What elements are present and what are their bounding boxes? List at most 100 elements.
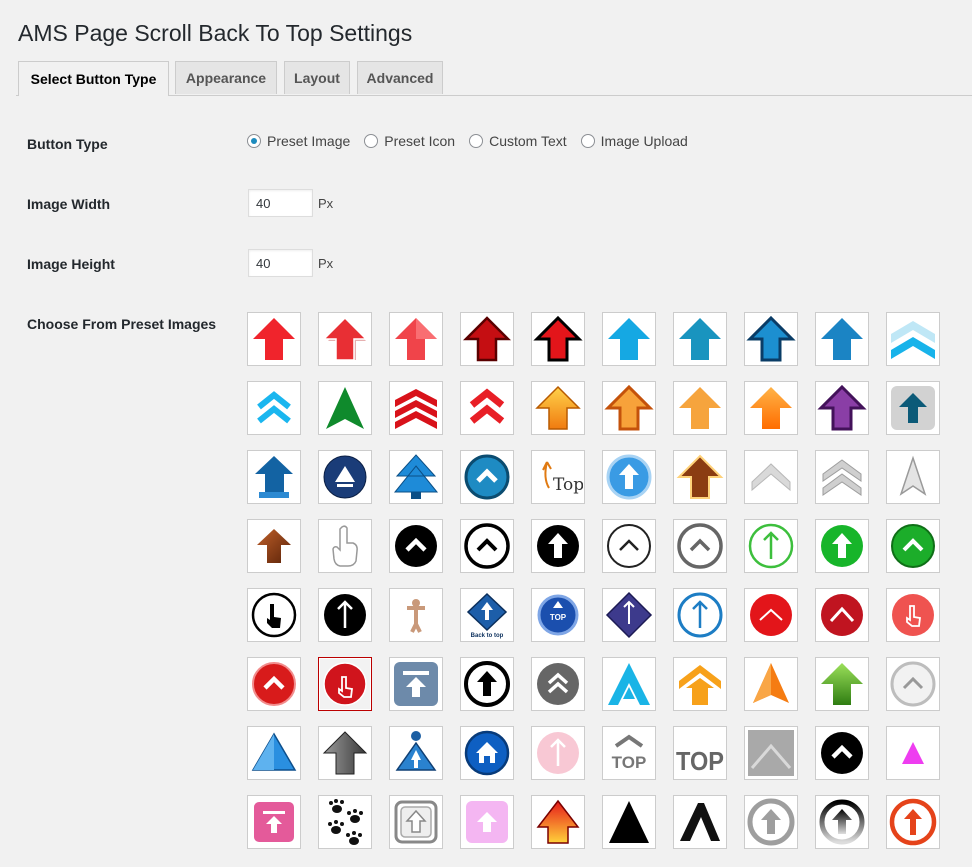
preset-image-option[interactable]: [602, 657, 656, 711]
preset-image-option[interactable]: [673, 381, 727, 435]
preset-image-option[interactable]: [673, 450, 727, 504]
preset-image-option[interactable]: [602, 381, 656, 435]
preset-image-option[interactable]: [886, 657, 940, 711]
radio-preset-icon-control[interactable]: [364, 134, 379, 148]
preset-image-option[interactable]: [886, 381, 940, 435]
preset-image-option[interactable]: [886, 450, 940, 504]
radio-image-upload-control[interactable]: [580, 134, 595, 148]
preset-image-option[interactable]: [602, 588, 656, 642]
preset-image-option[interactable]: [460, 519, 514, 573]
preset-image-option[interactable]: [744, 795, 798, 849]
preset-image-option[interactable]: [673, 795, 727, 849]
radio-preset-icon[interactable]: Preset Icon: [364, 133, 455, 149]
preset-image-option[interactable]: [389, 588, 443, 642]
preset-image-option[interactable]: [815, 450, 869, 504]
radio-custom-text[interactable]: Custom Text: [469, 133, 567, 149]
preset-image-option[interactable]: [389, 381, 443, 435]
blue-circle-chevron-icon: [464, 454, 510, 500]
radio-custom-text-control[interactable]: [469, 134, 484, 148]
preset-image-option[interactable]: [460, 657, 514, 711]
preset-image-option[interactable]: [531, 795, 585, 849]
preset-image-option[interactable]: [389, 519, 443, 573]
preset-image-option[interactable]: [815, 657, 869, 711]
tab-appearance[interactable]: Appearance: [175, 61, 277, 94]
preset-image-option[interactable]: [602, 795, 656, 849]
preset-image-option[interactable]: TOP: [531, 588, 585, 642]
green-circle-chevron-icon: [891, 524, 935, 568]
tab-layout[interactable]: Layout: [284, 61, 350, 94]
preset-image-option[interactable]: [744, 588, 798, 642]
preset-image-option[interactable]: [318, 519, 372, 573]
preset-image-option[interactable]: [886, 588, 940, 642]
preset-image-option[interactable]: [673, 657, 727, 711]
preset-image-option[interactable]: [389, 726, 443, 780]
silver-circle-chevron-icon: [890, 661, 936, 707]
preset-image-option[interactable]: [389, 657, 443, 711]
preset-image-option[interactable]: [318, 450, 372, 504]
preset-image-option[interactable]: [247, 519, 301, 573]
radio-preset-image-control[interactable]: [247, 134, 261, 148]
preset-image-option[interactable]: [744, 657, 798, 711]
preset-image-option[interactable]: [886, 312, 940, 366]
preset-image-option[interactable]: [389, 312, 443, 366]
preset-image-option[interactable]: [815, 726, 869, 780]
tab-advanced[interactable]: Advanced: [357, 61, 443, 94]
preset-image-option[interactable]: [460, 726, 514, 780]
preset-image-option[interactable]: [673, 588, 727, 642]
preset-image-option[interactable]: [318, 795, 372, 849]
preset-image-option[interactable]: [602, 312, 656, 366]
preset-image-option[interactable]: [815, 519, 869, 573]
preset-image-option[interactable]: [673, 519, 727, 573]
preset-image-option[interactable]: [318, 588, 372, 642]
preset-image-option[interactable]: [886, 795, 940, 849]
preset-image-option[interactable]: [247, 450, 301, 504]
preset-image-option[interactable]: Top: [531, 450, 585, 504]
preset-image-option[interactable]: [815, 795, 869, 849]
preset-image-option[interactable]: [531, 519, 585, 573]
preset-image-option[interactable]: [744, 726, 798, 780]
preset-image-option[interactable]: [318, 312, 372, 366]
preset-image-option[interactable]: [744, 450, 798, 504]
preset-image-option[interactable]: [744, 519, 798, 573]
preset-image-option[interactable]: [247, 312, 301, 366]
wood-arrow-icon: [257, 529, 291, 563]
preset-image-option[interactable]: [815, 312, 869, 366]
preset-image-option[interactable]: [318, 657, 372, 711]
pink-square-arrow-icon: [466, 801, 508, 843]
preset-image-option[interactable]: [531, 657, 585, 711]
preset-image-option[interactable]: [673, 312, 727, 366]
preset-image-option[interactable]: [460, 312, 514, 366]
preset-image-option[interactable]: [744, 381, 798, 435]
preset-image-option[interactable]: [460, 450, 514, 504]
radio-preset-image[interactable]: Preset Image: [247, 133, 350, 149]
preset-image-option[interactable]: [815, 588, 869, 642]
preset-image-option[interactable]: Back to top: [460, 588, 514, 642]
preset-image-option[interactable]: [602, 450, 656, 504]
preset-image-option[interactable]: [318, 726, 372, 780]
preset-image-option[interactable]: [389, 795, 443, 849]
preset-image-option[interactable]: [318, 381, 372, 435]
preset-image-option[interactable]: [531, 726, 585, 780]
preset-image-option[interactable]: [460, 381, 514, 435]
preset-image-option[interactable]: [247, 795, 301, 849]
preset-image-option[interactable]: [389, 450, 443, 504]
image-width-input[interactable]: [248, 189, 313, 217]
preset-image-option[interactable]: [531, 381, 585, 435]
preset-image-option[interactable]: [247, 381, 301, 435]
preset-image-option[interactable]: [744, 312, 798, 366]
black-circle-thin-arrow-icon: [324, 594, 366, 636]
preset-image-option[interactable]: [247, 657, 301, 711]
image-height-input[interactable]: [248, 249, 313, 277]
radio-image-upload[interactable]: Image Upload: [580, 133, 688, 149]
tab-select-button-type[interactable]: Select Button Type: [18, 61, 169, 96]
preset-image-option[interactable]: TOP: [673, 726, 727, 780]
preset-image-option[interactable]: [602, 519, 656, 573]
preset-image-option[interactable]: [886, 519, 940, 573]
preset-image-option[interactable]: TOP: [602, 726, 656, 780]
preset-image-option[interactable]: [460, 795, 514, 849]
preset-image-option[interactable]: [815, 381, 869, 435]
preset-image-option[interactable]: [531, 312, 585, 366]
preset-image-option[interactable]: [247, 588, 301, 642]
preset-image-option[interactable]: [886, 726, 940, 780]
preset-image-option[interactable]: [247, 726, 301, 780]
